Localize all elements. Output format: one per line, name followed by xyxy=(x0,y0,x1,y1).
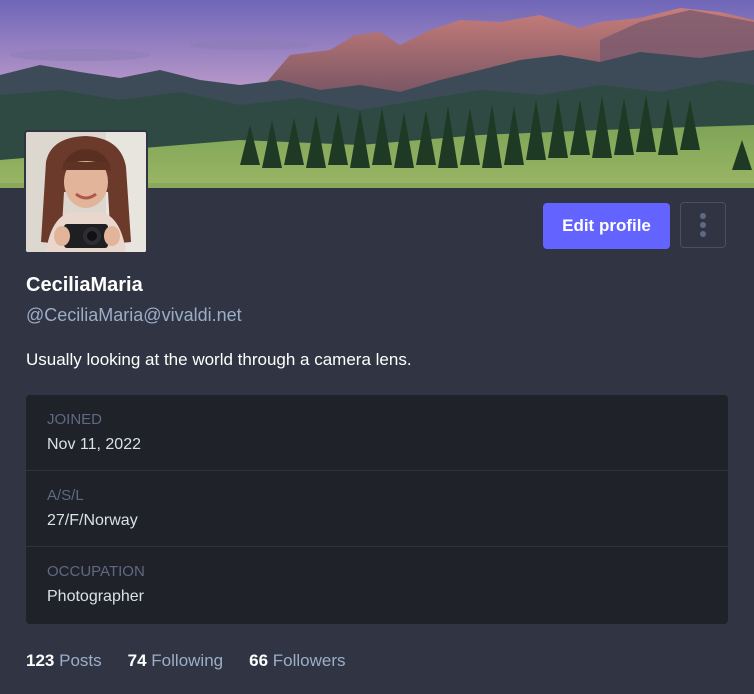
field-label: A/S/L xyxy=(47,487,84,504)
posts-label: Posts xyxy=(59,651,102,670)
profile-stats: 123 Posts 74 Following 66 Followers xyxy=(26,651,372,671)
profile-fields: JOINED Nov 11, 2022 A/S/L 27/F/Norway OC… xyxy=(26,395,728,624)
followers-link[interactable]: 66 Followers xyxy=(249,651,345,671)
profile-bio: Usually looking at the world through a c… xyxy=(26,350,412,369)
profile-page: Edit profile CeciliaMaria @CeciliaMaria@… xyxy=(0,0,754,694)
field-joined: JOINED Nov 11, 2022 xyxy=(26,395,728,471)
followers-label: Followers xyxy=(272,651,346,670)
display-name: CeciliaMaria xyxy=(26,274,143,296)
following-count: 74 xyxy=(127,651,147,670)
field-label: JOINED xyxy=(47,411,103,428)
avatar-image xyxy=(26,132,146,252)
more-vertical-icon xyxy=(700,213,706,237)
posts-count: 123 xyxy=(26,651,55,670)
edit-profile-button[interactable]: Edit profile xyxy=(543,203,670,249)
field-asl: A/S/L 27/F/Norway xyxy=(26,471,728,547)
more-options-button[interactable] xyxy=(680,202,726,248)
followers-count: 66 xyxy=(249,651,269,670)
following-link[interactable]: 74 Following xyxy=(128,651,223,671)
posts-link[interactable]: 123 Posts xyxy=(26,651,102,671)
field-value: Nov 11, 2022 xyxy=(47,436,141,453)
field-value: 27/F/Norway xyxy=(47,512,138,529)
field-label: OCCUPATION xyxy=(47,563,145,580)
account-handle: @CeciliaMaria@vivaldi.net xyxy=(26,305,242,325)
field-value: Photographer xyxy=(47,588,144,605)
following-label: Following xyxy=(151,651,224,670)
avatar[interactable] xyxy=(24,130,148,254)
field-occupation: OCCUPATION Photographer xyxy=(26,547,728,624)
